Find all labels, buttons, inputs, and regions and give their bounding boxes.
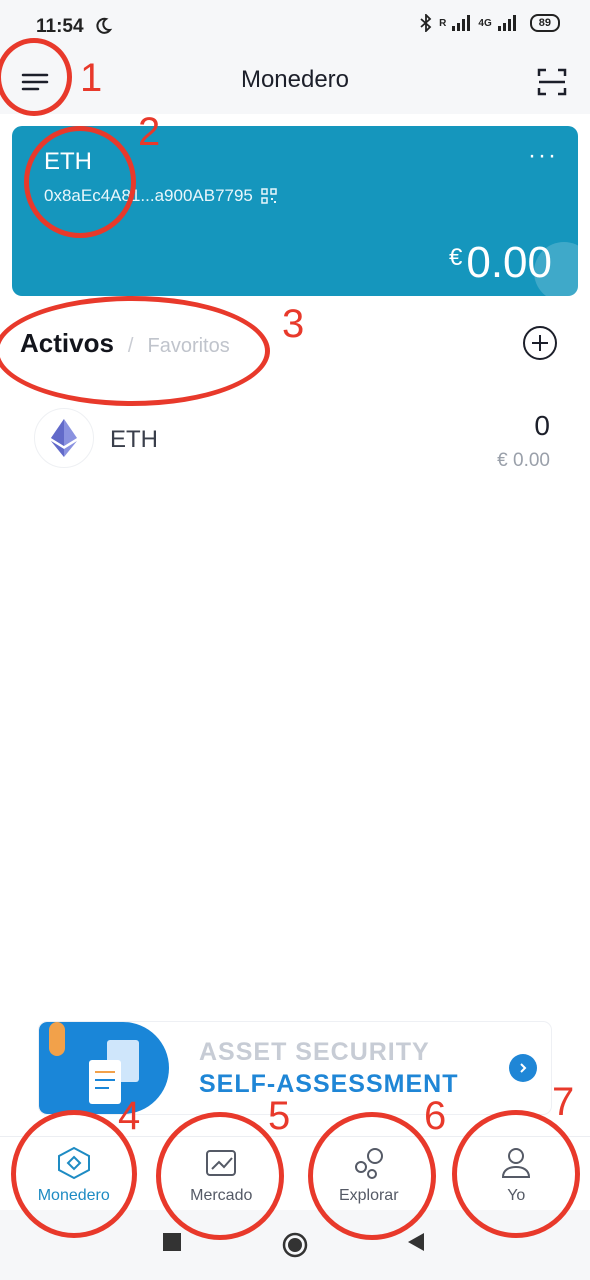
status-icons: R 4G 89	[419, 14, 560, 32]
banner-title-line1: ASSET SECURITY	[199, 1038, 430, 1066]
signal-icon	[452, 15, 471, 31]
battery-indicator: 89	[529, 14, 560, 32]
nav-item-mercado[interactable]: Mercado	[148, 1137, 296, 1210]
asset-amount: 0	[534, 410, 550, 441]
tab-favoritos[interactable]: Favoritos	[147, 335, 229, 358]
nav-item-yo[interactable]: Yo	[443, 1137, 590, 1210]
scan-icon	[537, 68, 567, 96]
wallet-address-text: 0x8aEc4A81...a900AB7795	[44, 186, 253, 205]
net-4g-label: 4G	[478, 17, 492, 29]
tab-separator: /	[127, 335, 134, 357]
banner-title-line2: SELF-ASSESSMENT	[199, 1070, 459, 1098]
moon-icon	[93, 16, 113, 41]
nav-label: Explorar	[338, 1187, 399, 1204]
add-asset-button[interactable]	[522, 325, 558, 361]
net-r-label: R	[439, 17, 447, 29]
scan-button[interactable]	[532, 62, 572, 102]
system-nav-bar	[0, 1210, 590, 1280]
eth-icon	[34, 408, 94, 468]
status-bar: 11:54 R 4G 89	[0, 0, 590, 54]
qr-code-icon[interactable]	[261, 188, 277, 204]
wallet-token: ETH	[44, 148, 92, 175]
explore-icon	[354, 1148, 383, 1179]
back-icon[interactable]	[406, 1232, 426, 1252]
asset-fiat-value: € 0.00	[497, 450, 550, 471]
wallet-card[interactable]: ETH 0x8aEc4A81...a900AB7795 ··· € 0.00	[12, 126, 578, 296]
chart-icon	[206, 1150, 237, 1176]
asset-name: ETH	[110, 426, 158, 453]
wallet-address[interactable]: 0x8aEc4A81...a900AB7795	[44, 186, 277, 206]
signal-icon	[497, 15, 516, 31]
nav-label: Yo	[507, 1187, 526, 1204]
user-icon	[502, 1148, 531, 1178]
nav-label: Monedero	[37, 1187, 110, 1204]
balance-currency: €	[449, 244, 463, 271]
nav-item-monedero[interactable]: Monedero	[0, 1137, 148, 1210]
nav-label: Mercado	[190, 1187, 253, 1204]
tab-activos[interactable]: Activos	[20, 328, 114, 359]
list-item[interactable]: ETH 0 € 0.00	[0, 400, 590, 480]
annotation-number: 3	[282, 302, 305, 346]
bluetooth-icon	[420, 14, 432, 32]
home-icon[interactable]	[282, 1232, 308, 1258]
status-time: 11:54	[36, 16, 84, 37]
page-title: Monedero	[240, 66, 350, 93]
bottom-nav: Monedero Mercado Explorar Yo	[0, 1136, 590, 1210]
recent-apps-icon[interactable]	[162, 1232, 182, 1252]
chevron-right-icon[interactable]	[509, 1054, 537, 1082]
banner-illustration	[39, 1022, 169, 1114]
asset-tabs: Activos / Favoritos	[20, 328, 230, 359]
security-banner[interactable]: ASSET SECURITY SELF-ASSESSMENT	[39, 1022, 551, 1114]
wallet-icon	[57, 1146, 90, 1180]
app-bar: Monedero	[0, 54, 590, 114]
nav-item-explorar[interactable]: Explorar	[295, 1137, 443, 1210]
card-more-button[interactable]: ···	[528, 142, 558, 170]
annotation-number: 7	[552, 1080, 575, 1124]
plus-circle-icon	[523, 326, 557, 360]
